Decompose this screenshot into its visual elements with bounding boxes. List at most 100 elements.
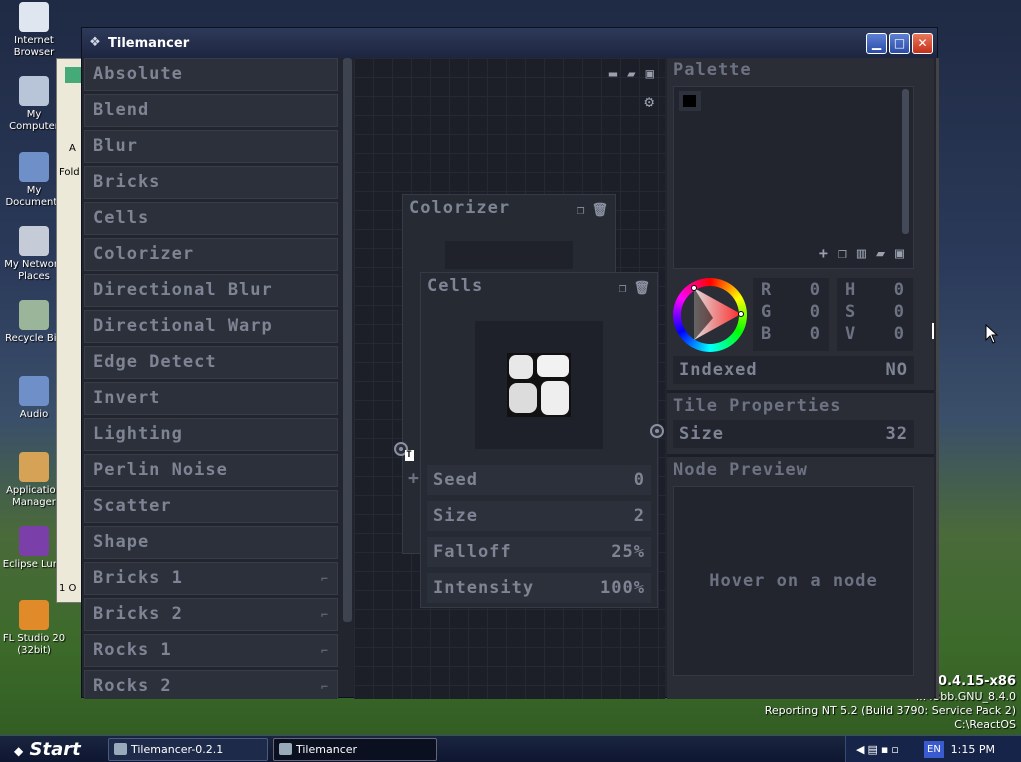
node-item[interactable]: Bricks 1 ⌐ (84, 562, 338, 595)
node-preview-area: Hover on a node (673, 486, 914, 676)
right-panel-scrollbar[interactable] (936, 58, 939, 699)
node-item[interactable]: Shape (84, 526, 338, 559)
node-list-scrollbar[interactable] (343, 58, 352, 622)
rgb-values[interactable]: R0G0B0 (753, 278, 829, 351)
palette-scrollbar[interactable] (902, 89, 909, 234)
volume-icon[interactable]: ◀ (856, 743, 867, 756)
maximize-button[interactable]: □ (889, 32, 910, 54)
channel-g[interactable]: G0 (753, 300, 829, 322)
start-icon: ◆ (14, 744, 24, 758)
tilemancer-window: ❖ Tilemancer ▁ □ ✕ Absolute Blend Blur Bric… (81, 27, 939, 699)
new-file-icon[interactable]: ▬ (609, 66, 618, 82)
indexed-toggle[interactable]: Indexed NO (673, 356, 914, 384)
node-item-label: Rocks 1 (93, 640, 172, 660)
node-preview-hint: Hover on a node (709, 571, 878, 591)
eclipse-luna-image-icon (19, 526, 49, 556)
channel-value: 0 (809, 324, 821, 344)
node-item[interactable]: Rocks 1 ⌐ (84, 634, 338, 667)
hsv-values[interactable]: H0S0V0 (837, 278, 913, 351)
node-item-label: Invert (93, 388, 161, 408)
prop-label: Falloff (433, 542, 512, 562)
duplicate-icon[interactable]: ❐ (577, 198, 586, 224)
trash-icon[interactable]: ▥ (857, 244, 867, 262)
node-item[interactable]: Blur (84, 130, 338, 163)
channel-b[interactable]: B0 (753, 322, 829, 344)
gear-icon[interactable]: ⚙ (644, 92, 655, 111)
prop-label: Intensity (433, 578, 535, 598)
node-item[interactable]: Cells (84, 202, 338, 235)
version-line-2: Reporting NT 5.2 (Build 3790: Service Pa… (764, 704, 1016, 717)
node-item[interactable]: Directional Warp (84, 310, 338, 343)
start-button[interactable]: ◆ Start (0, 736, 100, 762)
tray-icons[interactable]: ◀▤▪▫ (856, 736, 902, 762)
node-item-label: Edge Detect (93, 352, 217, 372)
node-item[interactable]: Perlin Noise (84, 454, 338, 487)
minimize-button[interactable]: ▁ (866, 32, 887, 54)
node-item[interactable]: Colorizer (84, 238, 338, 271)
save-icon[interactable]: ▣ (646, 66, 655, 82)
node-canvas[interactable]: ▬ ▰ ▣ ⚙ Colorizer ❐ 🗑 Cells ❐ 🗑 Seed 0 S… (354, 58, 665, 699)
color-wheel[interactable] (673, 278, 747, 352)
cells-node[interactable]: Cells ❐ 🗑 Seed 0 Size 2 Falloff 25% Inte… (420, 272, 658, 608)
trash-icon[interactable]: 🗑 (591, 198, 609, 224)
clock[interactable]: 1:15 PM (951, 736, 995, 762)
title-bar[interactable]: ❖ Tilemancer ▁ □ ✕ (82, 28, 937, 58)
prop-label: Size (433, 506, 478, 526)
duplicate-icon[interactable]: ❐ (838, 244, 848, 262)
channel-h[interactable]: H0 (837, 278, 913, 300)
duplicate-icon[interactable]: ❐ (619, 276, 628, 302)
colorizer-node-header[interactable]: Colorizer ❐ 🗑 (403, 195, 615, 221)
node-item[interactable]: Invert (84, 382, 338, 415)
node-item[interactable]: Directional Blur (84, 274, 338, 307)
output-port[interactable] (650, 424, 664, 438)
palette-swatch[interactable] (679, 91, 701, 111)
text-cursor-marker: T (405, 450, 414, 461)
node-item-label: Bricks 1 (93, 568, 183, 588)
node-item[interactable]: Blend (84, 94, 338, 127)
node-item-label: Directional Warp (93, 316, 273, 336)
prop-value: 0 (633, 470, 645, 490)
palette-box[interactable]: + ❐ ▥ ▰ ▣ (673, 86, 914, 269)
node-item[interactable]: Absolute (84, 58, 338, 91)
node-item[interactable]: Rocks 2 ⌐ (84, 670, 338, 699)
channel-r[interactable]: R0 (753, 278, 829, 300)
node-item[interactable]: Edge Detect (84, 346, 338, 379)
channel-s[interactable]: S0 (837, 300, 913, 322)
monitor-icon[interactable]: ▫ (891, 743, 901, 756)
audio-folder-image-icon (19, 376, 49, 406)
cells-prop-intensity[interactable]: Intensity 100% (427, 573, 651, 603)
task-tilemancer-folder[interactable]: Tilemancer-0.2.1 (108, 738, 268, 761)
safely-remove-icon[interactable]: ▪ (881, 743, 891, 756)
cells-prop-seed[interactable]: Seed 0 (427, 465, 651, 495)
open-folder-icon[interactable]: ▰ (627, 66, 636, 82)
language-indicator[interactable]: EN (924, 741, 944, 758)
add-input-icon[interactable]: + (408, 468, 420, 489)
palette-title: Palette (673, 60, 752, 80)
node-item-label: Directional Blur (93, 280, 273, 300)
channel-value: 0 (809, 280, 821, 300)
channel-v[interactable]: V0 (837, 322, 913, 344)
close-button[interactable]: ✕ (912, 32, 933, 54)
node-item[interactable]: Bricks (84, 166, 338, 199)
fl-studio-icon[interactable]: FL Studio 20 (32bit) (2, 600, 66, 657)
tile-size-field[interactable]: Size 32 (673, 420, 914, 448)
save-icon[interactable]: ▣ (895, 244, 905, 262)
colorizer-gradient-bar[interactable] (445, 241, 573, 269)
task-tilemancer-app[interactable]: Tilemancer (273, 738, 437, 761)
add-icon[interactable]: + (819, 244, 829, 262)
channel-value: 0 (893, 280, 905, 300)
trash-icon[interactable]: 🗑 (633, 276, 651, 302)
cells-prop-falloff[interactable]: Falloff 25% (427, 537, 651, 567)
channel-value: 0 (893, 324, 905, 344)
internet-browser-icon[interactable]: Internet Browser (2, 2, 66, 59)
network-icon[interactable]: ▤ (867, 743, 880, 756)
cells-prop-size[interactable]: Size 2 (427, 501, 651, 531)
recycle-bin-image-icon (19, 300, 49, 330)
cells-node-header[interactable]: Cells ❐ 🗑 (421, 273, 657, 299)
open-folder-icon[interactable]: ▰ (876, 244, 886, 262)
node-item[interactable]: Bricks 2 ⌐ (84, 598, 338, 631)
node-item-label: Cells (93, 208, 150, 228)
node-item[interactable]: Scatter (84, 490, 338, 523)
node-item[interactable]: Lighting (84, 418, 338, 451)
color-triangle[interactable] (673, 278, 747, 352)
